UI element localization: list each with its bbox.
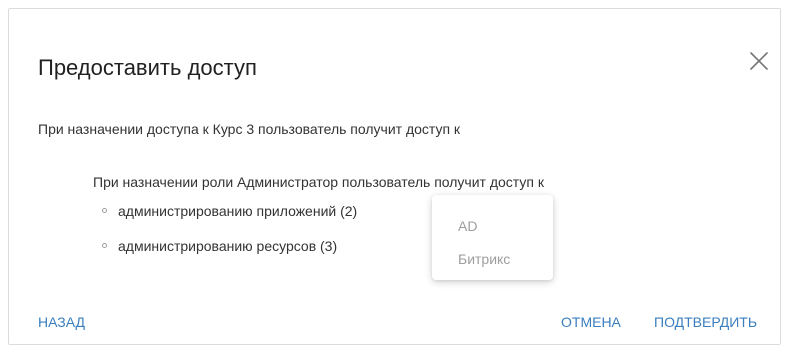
cancel-button[interactable]: ОТМЕНА bbox=[561, 313, 621, 331]
page: Предоставить доступ При назначении досту… bbox=[0, 0, 789, 353]
bullet-icon bbox=[102, 208, 107, 213]
bullet-icon bbox=[102, 243, 107, 248]
close-icon bbox=[750, 52, 768, 70]
popup-item-ad: AD bbox=[458, 218, 478, 234]
list-item: администрированию ресурсов (3) bbox=[102, 237, 357, 255]
access-item-label: администрированию приложений (2) bbox=[118, 203, 358, 219]
list-item: администрированию приложений (2) bbox=[102, 202, 357, 220]
intro-text: При назначении доступа к Курс 3 пользова… bbox=[38, 121, 461, 137]
close-button[interactable] bbox=[744, 46, 774, 76]
back-button[interactable]: НАЗАД bbox=[38, 313, 85, 331]
access-dialog: Предоставить доступ При назначении досту… bbox=[8, 8, 781, 345]
role-access-text: При назначении роли Администратор пользо… bbox=[93, 174, 544, 190]
tooltip-popup: AD Битрикс bbox=[432, 195, 553, 280]
access-item-label: администрированию ресурсов (3) bbox=[118, 238, 338, 254]
access-list: администрированию приложений (2) админис… bbox=[102, 202, 357, 272]
dialog-title: Предоставить доступ bbox=[38, 55, 257, 80]
popup-item-bitrix: Битрикс bbox=[458, 251, 511, 267]
confirm-button[interactable]: ПОДТВЕРДИТЬ bbox=[654, 313, 757, 331]
